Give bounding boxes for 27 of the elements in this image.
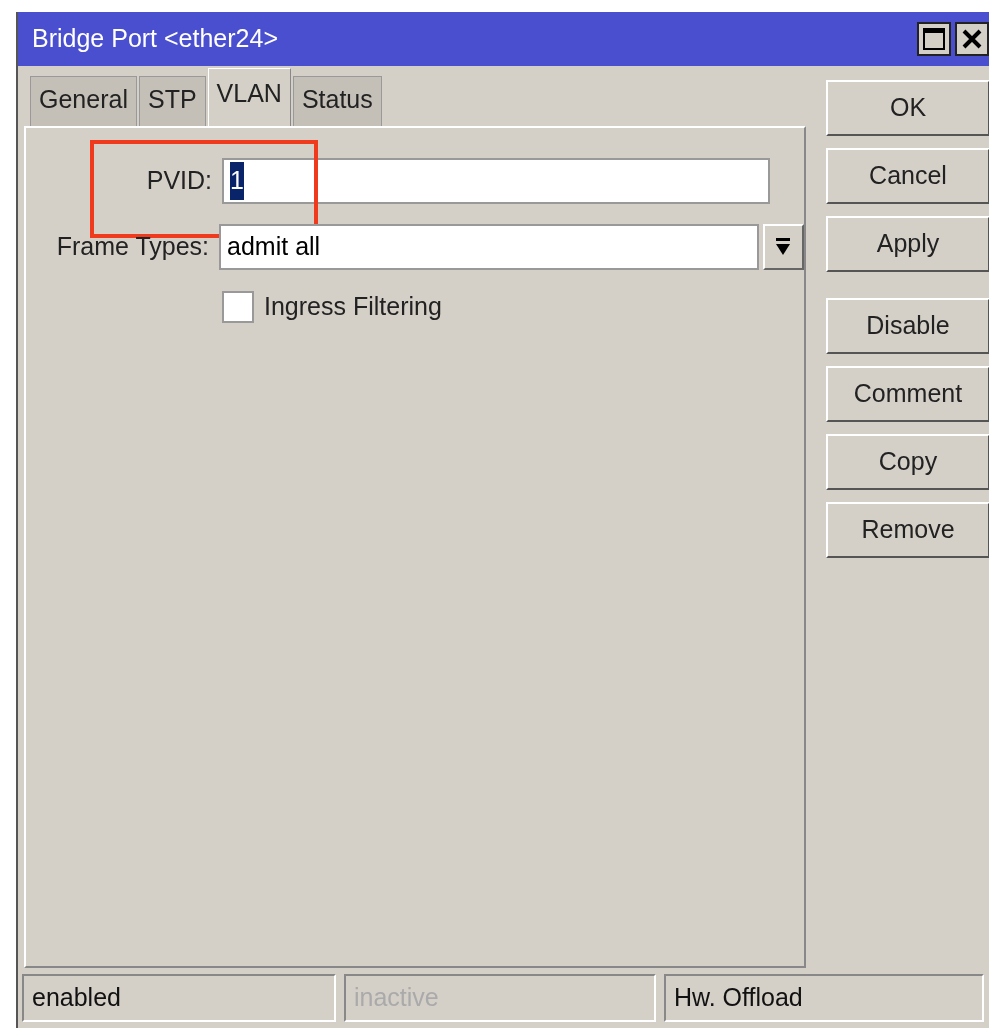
tab[interactable]: VLAN bbox=[207, 68, 291, 126]
dialog-button[interactable]: Disable bbox=[826, 298, 989, 354]
field-value: 1 bbox=[230, 162, 244, 200]
field-label: Frame Types: bbox=[55, 231, 211, 263]
maximize-icon bbox=[922, 27, 946, 51]
dropdown-arrow-icon bbox=[774, 237, 793, 257]
dialog-button[interactable]: Cancel bbox=[826, 148, 989, 204]
tab[interactable]: General bbox=[30, 76, 137, 126]
close-button[interactable] bbox=[955, 22, 989, 56]
status-field: Hw. Offload bbox=[664, 974, 984, 1022]
dialog-button[interactable]: Copy bbox=[826, 434, 989, 490]
dialog-button[interactable]: Apply bbox=[826, 216, 989, 272]
window-title: Bridge Port <ether24> bbox=[32, 23, 278, 55]
dropdown-button[interactable] bbox=[762, 224, 804, 270]
maximize-button[interactable] bbox=[917, 22, 951, 56]
dialog-button[interactable]: Comment bbox=[826, 366, 989, 422]
input-field[interactable]: 1 bbox=[222, 158, 770, 204]
tab[interactable]: STP bbox=[138, 76, 206, 126]
checkbox[interactable] bbox=[222, 291, 254, 323]
checkbox-label: Ingress Filtering bbox=[264, 291, 442, 323]
field-label: PVID: bbox=[145, 165, 213, 197]
tab[interactable]: Status bbox=[292, 76, 382, 126]
dropdown-field[interactable]: admit all bbox=[219, 224, 759, 270]
status-field: enabled bbox=[22, 974, 336, 1022]
close-icon bbox=[961, 28, 983, 50]
dialog-button[interactable]: Remove bbox=[826, 502, 989, 558]
dialog-button[interactable]: OK bbox=[826, 80, 989, 136]
